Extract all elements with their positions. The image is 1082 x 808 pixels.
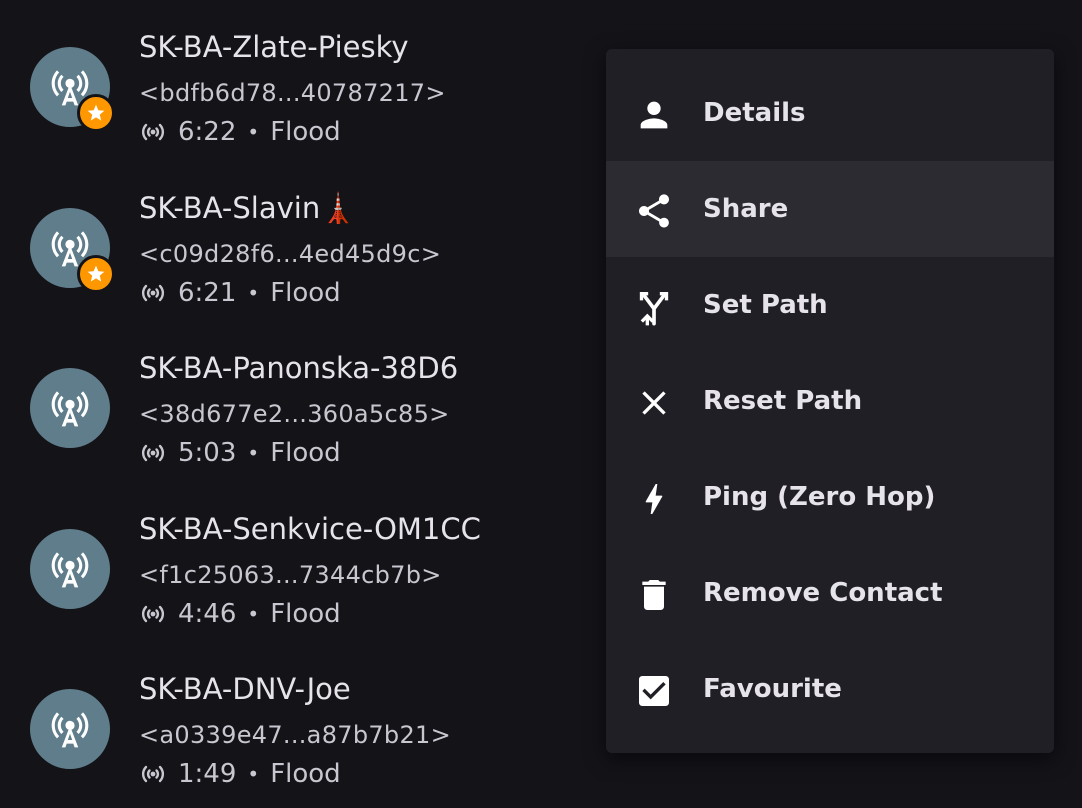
last-seen-time: 6:22 [178, 117, 237, 147]
contact-name: SK-BA-DNV-Joe [139, 672, 351, 706]
contact-row[interactable]: SK-BA-DNV-Joe <a0339e47...a87b7b21> 1:49… [0, 642, 600, 802]
separator-dot: • [247, 441, 260, 465]
repeater-avatar [30, 689, 110, 769]
menu-item-label: Details [703, 98, 806, 128]
contact-meta: 1:49 • Flood [139, 759, 341, 789]
contact-name: SK-BA-Zlate-Piesky [139, 30, 409, 64]
repeater-antenna-icon [51, 552, 89, 588]
favourite-star-badge [77, 255, 115, 293]
last-seen-time: 1:49 [178, 759, 237, 789]
contact-row[interactable]: SK-BA-Panonska-38D6 <38d677e2...360a5c85… [0, 321, 600, 481]
menu-item-label: Favourite [703, 674, 842, 704]
menu-item-label: Reset Path [703, 386, 863, 416]
trash-icon [642, 580, 666, 610]
repeater-antenna-icon [51, 712, 89, 748]
bolt-icon [645, 484, 663, 514]
menu-item-set-path[interactable]: Set Path [606, 257, 1054, 353]
star-icon [87, 265, 105, 282]
contact-public-key: <f1c25063...7344cb7b> [139, 561, 442, 589]
repeater-avatar [30, 208, 115, 293]
contact-public-key: <38d677e2...360a5c85> [139, 400, 450, 428]
last-seen-time: 5:03 [178, 438, 237, 468]
contact-public-key: <a0339e47...a87b7b21> [139, 721, 452, 749]
menu-item-label: Remove Contact [703, 578, 943, 608]
close-icon [642, 391, 666, 415]
contact-row[interactable]: SK-BA-Senkvice-OM1CC <f1c25063...7344cb7… [0, 482, 600, 642]
menu-item-details[interactable]: Details [606, 65, 1054, 161]
menu-item-ping[interactable]: Ping (Zero Hop) [606, 449, 1054, 545]
contact-row[interactable]: SK-BA-Zlate-Piesky <bdfb6d78...40787217>… [0, 0, 600, 160]
repeater-avatar [30, 529, 110, 609]
contact-context-menu: Details Share Set Path Reset Path Ping (… [606, 49, 1054, 753]
menu-item-reset-path[interactable]: Reset Path [606, 353, 1054, 449]
separator-dot: • [247, 762, 260, 786]
repeater-avatar [30, 368, 110, 448]
route-type: Flood [270, 599, 341, 629]
last-seen-time: 6:21 [178, 278, 237, 308]
contact-meta: 6:21 • Flood [139, 278, 341, 308]
menu-item-label: Share [703, 194, 789, 224]
contact-public-key: <c09d28f6...4ed45d9c> [139, 240, 442, 268]
person-icon [640, 101, 668, 129]
star-icon [87, 104, 105, 121]
signal-icon [141, 123, 165, 141]
route-type: Flood [270, 117, 341, 147]
menu-item-remove-contact[interactable]: Remove Contact [606, 545, 1054, 641]
contact-name: SK-BA-Slavin🗼 [139, 191, 357, 225]
separator-dot: • [247, 281, 260, 305]
contact-name: SK-BA-Senkvice-OM1CC [139, 512, 481, 546]
signal-icon [141, 765, 165, 783]
signal-icon [141, 605, 165, 623]
menu-item-favourite[interactable]: Favourite [606, 641, 1054, 737]
share-icon [639, 194, 669, 228]
contact-name: SK-BA-Panonska-38D6 [139, 351, 459, 385]
signal-icon [141, 444, 165, 462]
fork-path-icon [639, 292, 669, 326]
contact-meta: 5:03 • Flood [139, 438, 341, 468]
separator-dot: • [247, 120, 260, 144]
checkbox-checked-icon[interactable] [634, 671, 674, 711]
menu-item-label: Ping (Zero Hop) [703, 482, 936, 512]
contact-public-key: <bdfb6d78...40787217> [139, 79, 446, 107]
menu-item-share[interactable]: Share [606, 161, 1054, 257]
menu-item-label: Set Path [703, 290, 828, 320]
contact-row[interactable]: SK-BA-Slavin🗼 <c09d28f6...4ed45d9c> 6:21… [0, 161, 600, 321]
signal-icon [141, 284, 165, 302]
contact-meta: 4:46 • Flood [139, 599, 341, 629]
route-type: Flood [270, 438, 341, 468]
last-seen-time: 4:46 [178, 599, 237, 629]
favourite-star-badge [77, 94, 115, 132]
repeater-antenna-icon [51, 391, 89, 427]
separator-dot: • [247, 602, 260, 626]
route-type: Flood [270, 759, 341, 789]
route-type: Flood [270, 278, 341, 308]
contact-meta: 6:22 • Flood [139, 117, 341, 147]
repeater-avatar [30, 47, 115, 132]
